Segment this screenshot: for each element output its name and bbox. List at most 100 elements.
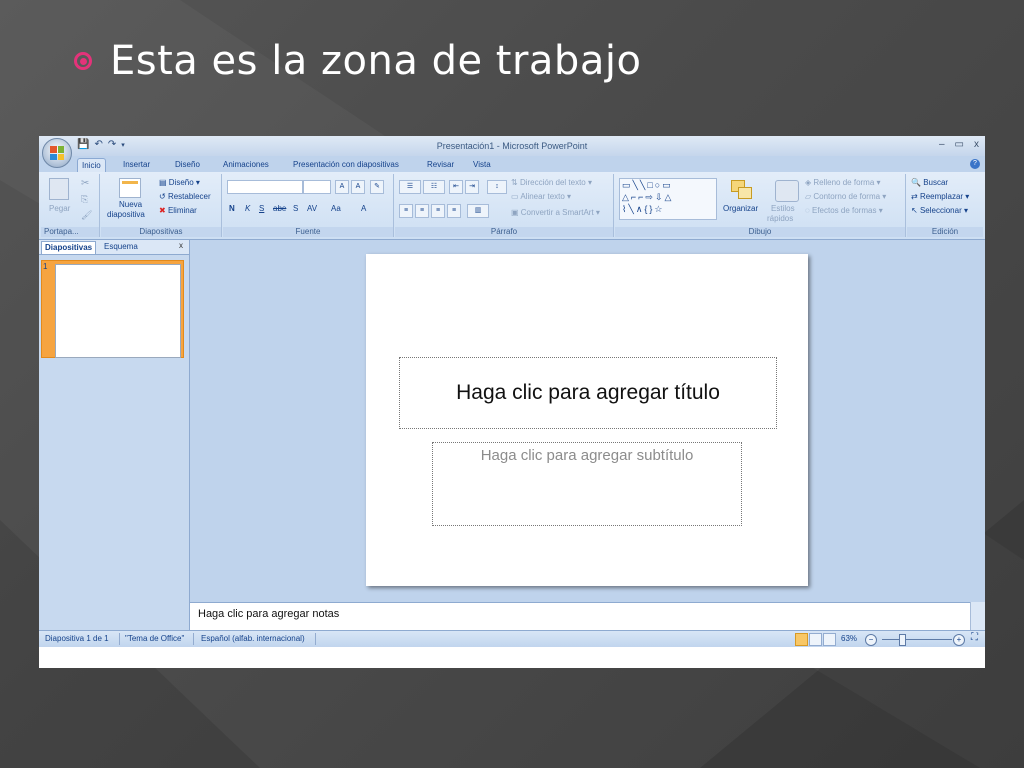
cut-icon[interactable]: ✂	[81, 178, 89, 189]
slideshow-view-icon[interactable]	[823, 633, 836, 646]
zoom-out-icon[interactable]: −	[865, 634, 877, 646]
clear-format-button[interactable]: ✎	[370, 180, 384, 194]
align-left-icon[interactable]: ≡	[399, 204, 413, 218]
smartart-button[interactable]: ▣ Convertir a SmartArt ▾	[511, 208, 600, 217]
shrink-font-button[interactable]: A	[351, 180, 365, 194]
group-editing: 🔍 Buscar ⇄ Reemplazar ▾ ↖ Seleccionar ▾ …	[907, 174, 983, 237]
office-logo-icon	[50, 146, 64, 160]
numbering-icon[interactable]: ☷	[423, 180, 445, 194]
status-separator	[315, 633, 316, 645]
delete-slide-button[interactable]: ✖ Eliminar	[159, 206, 197, 215]
maximize-button[interactable]: ▭	[955, 139, 964, 150]
group-label-drawing: Dibujo	[615, 227, 905, 237]
shadow-button[interactable]: S	[293, 204, 298, 213]
tab-revisar[interactable]: Revisar	[423, 158, 458, 172]
group-label-slides: Diapositivas	[101, 227, 221, 237]
tab-animaciones[interactable]: Animaciones	[219, 158, 273, 172]
title-placeholder[interactable]: Haga clic para agregar título	[399, 357, 777, 429]
decrease-indent-icon[interactable]: ⇤	[449, 180, 463, 194]
ribbon-tabs: Inicio Insertar Diseño Animaciones Prese…	[39, 156, 985, 173]
slides-panel: Diapositivas Esquema x 1	[39, 240, 190, 630]
select-button[interactable]: ↖ Seleccionar ▾	[911, 206, 968, 215]
notes-scrollbar[interactable]	[970, 602, 985, 630]
group-drawing: ▭╲╲□○▭ △⌐⌐⇨⇩△ ⌇╲∧{}☆ Organizar Estilos r…	[615, 174, 906, 237]
quick-styles-line2[interactable]: rápidos	[767, 214, 793, 223]
panel-close-icon[interactable]: x	[179, 241, 183, 250]
font-color-button[interactable]: A	[361, 204, 366, 213]
increase-indent-icon[interactable]: ⇥	[465, 180, 479, 194]
tab-slides-panel[interactable]: Diapositivas	[41, 241, 97, 254]
new-slide-line2[interactable]: diapositiva	[107, 210, 145, 219]
tab-presentacion[interactable]: Presentación con diapositivas	[289, 158, 403, 172]
format-painter-icon[interactable]: 🖌	[81, 210, 92, 221]
slide-thumbnail-number: 1	[43, 262, 48, 271]
zoom-in-icon[interactable]: +	[953, 634, 965, 646]
customize-qat-icon[interactable]: ▾	[121, 141, 125, 149]
fit-to-window-icon[interactable]: ⛶	[971, 632, 978, 643]
shape-outline-button[interactable]: ▱ Contorno de forma ▾	[805, 192, 886, 201]
align-right-icon[interactable]: ≡	[431, 204, 445, 218]
quick-styles-icon[interactable]	[775, 180, 799, 202]
redo-icon[interactable]: ↷	[108, 139, 116, 150]
new-slide-line1[interactable]: Nueva	[119, 200, 142, 209]
columns-icon[interactable]: ▥	[467, 204, 489, 218]
arrange-button[interactable]: Organizar	[723, 204, 758, 213]
paste-icon[interactable]	[49, 178, 69, 200]
shape-fill-button[interactable]: ◈ Relleno de forma ▾	[805, 178, 881, 187]
copy-icon[interactable]: ⎘	[81, 194, 88, 205]
replace-button[interactable]: ⇄ Reemplazar ▾	[911, 192, 969, 201]
zoom-slider-knob[interactable]	[899, 634, 906, 646]
status-separator	[119, 633, 120, 645]
notes-pane[interactable]: Haga clic para agregar notas	[190, 602, 970, 631]
slide-sorter-view-icon[interactable]	[809, 633, 822, 646]
tab-vista[interactable]: Vista	[469, 158, 495, 172]
tab-diseno[interactable]: Diseño	[171, 158, 204, 172]
help-icon[interactable]: ?	[970, 159, 980, 169]
find-button[interactable]: 🔍 Buscar	[911, 178, 948, 187]
zoom-slider-track[interactable]	[882, 639, 952, 640]
group-font: A A ✎ N K S abe S AV Aa A Fuente	[223, 174, 394, 237]
grow-font-button[interactable]: A	[335, 180, 349, 194]
bold-button[interactable]: N	[229, 204, 235, 213]
status-language[interactable]: Español (alfab. internacional)	[201, 634, 305, 643]
zoom-level[interactable]: 63%	[841, 634, 857, 643]
line-spacing-icon[interactable]: ↕	[487, 180, 507, 194]
text-direction-button[interactable]: ⇅ Dirección del texto ▾	[511, 178, 592, 187]
font-name-dropdown[interactable]	[227, 180, 303, 194]
bullet-icon	[74, 52, 92, 70]
tab-outline-panel[interactable]: Esquema	[101, 241, 141, 253]
window-controls: – ▭ x	[939, 139, 979, 150]
subtitle-placeholder[interactable]: Haga clic para agregar subtítulo	[432, 442, 742, 526]
office-button[interactable]	[42, 138, 72, 168]
close-button[interactable]: x	[974, 139, 979, 150]
align-center-icon[interactable]: ≡	[415, 204, 429, 218]
font-size-dropdown[interactable]	[303, 180, 331, 194]
shapes-gallery[interactable]: ▭╲╲□○▭ △⌐⌐⇨⇩△ ⌇╲∧{}☆	[619, 178, 717, 220]
shape-effects-button[interactable]: ◌ Efectos de formas ▾	[805, 206, 883, 215]
align-text-button[interactable]: ▭ Alinear texto ▾	[511, 192, 571, 201]
tab-inicio[interactable]: Inicio	[77, 158, 106, 173]
spacing-button[interactable]: AV	[307, 204, 317, 213]
strike-button[interactable]: abe	[273, 204, 286, 213]
change-case-button[interactable]: Aa	[331, 204, 341, 213]
underline-button[interactable]: S	[259, 204, 264, 213]
powerpoint-window: Presentación1 - Microsoft PowerPoint 💾 ↶…	[39, 136, 985, 668]
arrange-icon[interactable]	[731, 180, 752, 200]
slide[interactable]: Haga clic para agregar título Haga clic …	[366, 254, 808, 586]
bullets-icon[interactable]: ☰	[399, 180, 421, 194]
normal-view-icon[interactable]	[795, 633, 808, 646]
reset-button[interactable]: ↺ Restablecer	[159, 192, 211, 201]
layout-button[interactable]: ▤ Diseño ▾	[159, 178, 200, 187]
new-slide-icon[interactable]	[119, 178, 141, 198]
quick-styles-line1[interactable]: Estilos	[771, 204, 795, 213]
italic-button[interactable]: K	[245, 204, 250, 213]
tab-insertar[interactable]: Insertar	[119, 158, 154, 172]
save-icon[interactable]: 💾	[77, 139, 89, 150]
undo-icon[interactable]: ↶	[94, 139, 102, 150]
justify-icon[interactable]: ≡	[447, 204, 461, 218]
minimize-button[interactable]: –	[939, 139, 945, 150]
shapes-row2-icon: △⌐⌐⇨⇩△	[622, 192, 674, 202]
paste-button[interactable]: Pegar	[49, 204, 70, 213]
notes-placeholder: Haga clic para agregar notas	[198, 608, 340, 620]
slide-thumbnail[interactable]	[55, 264, 181, 358]
